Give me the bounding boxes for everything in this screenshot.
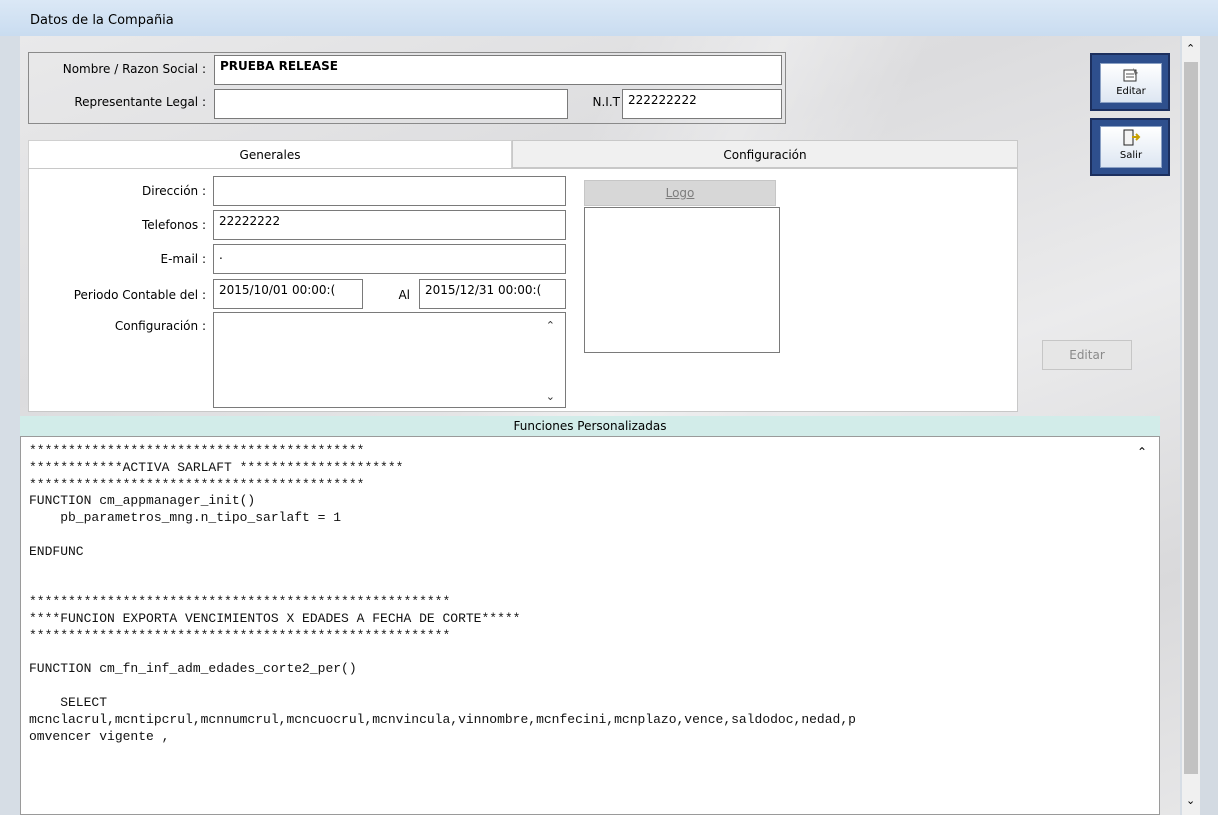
periodo-al-label: Al: [398, 288, 410, 302]
logo-button[interactable]: Logo: [584, 180, 776, 206]
funciones-code-editor[interactable]: ****************************************…: [20, 436, 1160, 815]
salir-button[interactable]: Salir: [1090, 118, 1170, 176]
nombre-label: Nombre / Razon Social :: [62, 62, 206, 76]
direccion-label: Dirección :: [142, 184, 206, 198]
nit-field[interactable]: 222222222: [622, 89, 782, 119]
configuracion-memo[interactable]: ⌃ ⌄: [213, 312, 566, 408]
scroll-up-icon[interactable]: ⌃: [546, 319, 555, 332]
window-edge: [1200, 36, 1218, 815]
scroll-up-arrow-icon[interactable]: ⌃: [1186, 42, 1195, 55]
telefonos-label: Telefonos :: [141, 218, 206, 232]
periodo-label: Periodo Contable del :: [73, 288, 206, 302]
periodo-desde-field[interactable]: 2015/10/01 00:00:(: [213, 279, 363, 309]
configuracion-label: Configuración :: [114, 319, 206, 333]
code-scroll-up-icon[interactable]: ⌃: [1137, 445, 1147, 459]
main-vertical-scrollbar[interactable]: ⌃ ⌄: [1182, 36, 1200, 815]
logo-image-box: [584, 207, 780, 353]
periodo-hasta-field[interactable]: 2015/12/31 00:00:(: [419, 279, 566, 309]
telefonos-field[interactable]: 22222222: [213, 210, 566, 240]
window-title: Datos de la Compañia: [30, 13, 174, 28]
representante-label: Representante Legal :: [74, 95, 206, 109]
edit-icon: [1123, 68, 1138, 82]
window-titlebar: Datos de la Compañia: [0, 0, 1218, 36]
tab-configuracion[interactable]: Configuración: [512, 140, 1018, 168]
representante-field[interactable]: [214, 89, 568, 119]
tab-generales[interactable]: Generales: [28, 140, 512, 168]
funciones-code[interactable]: ****************************************…: [21, 437, 1159, 745]
tab-bar: Generales Configuración: [28, 140, 1018, 168]
email-field[interactable]: .: [213, 244, 566, 274]
editar-config-button[interactable]: Editar: [1042, 340, 1132, 370]
editar-button-face: Editar: [1100, 63, 1162, 103]
scroll-down-arrow-icon[interactable]: ⌄: [1186, 794, 1195, 807]
scroll-down-icon[interactable]: ⌄: [546, 390, 555, 403]
salir-button-label: Salir: [1119, 150, 1143, 161]
direccion-field[interactable]: [213, 176, 566, 206]
editar-button[interactable]: Editar: [1090, 53, 1170, 111]
nit-label: N.I.T: [592, 95, 620, 109]
nombre-field[interactable]: PRUEBA RELEASE: [214, 55, 782, 85]
scrollbar-thumb[interactable]: [1184, 62, 1198, 774]
email-label: E-mail :: [160, 252, 206, 266]
salir-button-face: Salir: [1100, 126, 1162, 168]
funciones-header: Funciones Personalizadas: [20, 416, 1160, 436]
exit-door-icon: [1123, 129, 1141, 146]
editar-button-label: Editar: [1116, 86, 1146, 97]
logo-button-label: Logo: [665, 186, 695, 200]
